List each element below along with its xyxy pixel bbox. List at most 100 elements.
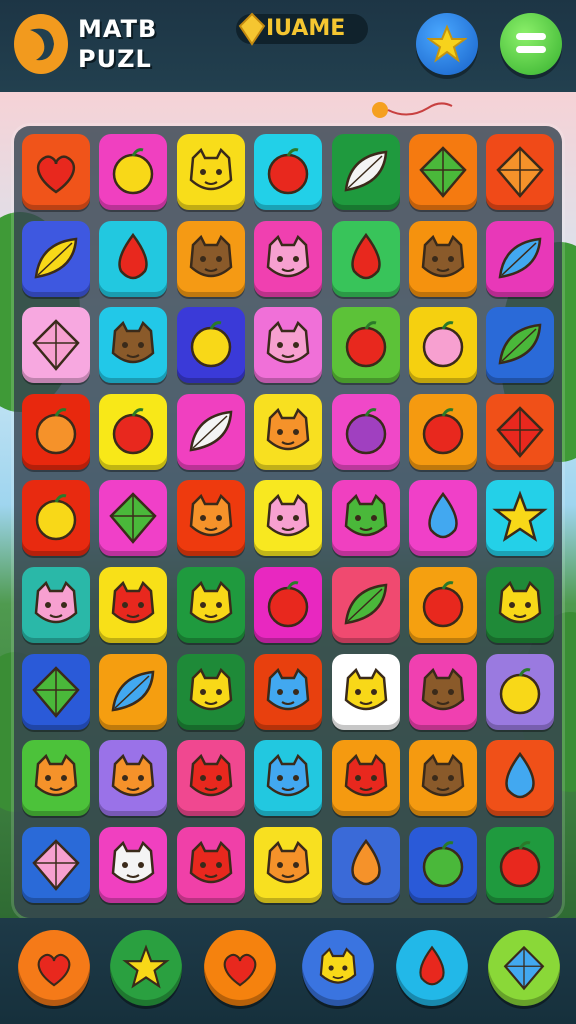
game-title-line2: PUZL bbox=[78, 45, 152, 73]
puzzle-tile[interactable] bbox=[22, 220, 90, 297]
yellow-star-icon bbox=[492, 490, 549, 543]
puzzle-tile[interactable] bbox=[486, 653, 555, 730]
puzzle-tile[interactable] bbox=[254, 567, 323, 643]
brown-bear-icon bbox=[189, 234, 233, 277]
green-gem-icon bbox=[32, 665, 80, 718]
menu-button[interactable] bbox=[500, 13, 562, 75]
pink-cat-icon bbox=[266, 494, 310, 537]
puzzle-tile[interactable] bbox=[409, 653, 477, 730]
puzzle-tile[interactable] bbox=[331, 653, 400, 730]
favorites-button[interactable] bbox=[416, 13, 478, 75]
puzzle-tile[interactable] bbox=[486, 740, 555, 817]
puzzle-tile[interactable] bbox=[254, 740, 323, 817]
orange-cat-icon bbox=[266, 407, 310, 451]
puzzle-tile[interactable] bbox=[99, 307, 168, 384]
puzzle-tile[interactable] bbox=[331, 134, 400, 210]
powerup-button[interactable] bbox=[18, 930, 90, 1006]
coin-label: IUAME bbox=[266, 16, 346, 41]
powerup-button[interactable] bbox=[110, 930, 182, 1006]
puzzle-tile[interactable] bbox=[99, 220, 168, 297]
brown-cat-icon bbox=[421, 667, 465, 710]
puzzle-tile[interactable] bbox=[176, 134, 245, 210]
orange-chick-icon bbox=[112, 754, 155, 797]
puzzle-tile[interactable] bbox=[176, 653, 245, 730]
white-leaf-icon bbox=[344, 150, 387, 192]
puzzle-tile[interactable] bbox=[99, 740, 168, 817]
red-cat-icon bbox=[344, 754, 387, 797]
green-leaf-icon bbox=[344, 583, 387, 625]
powerup-button[interactable] bbox=[488, 930, 560, 1006]
puzzle-tile[interactable] bbox=[22, 134, 90, 210]
yellow-chick-icon bbox=[499, 580, 542, 624]
powerup-button[interactable] bbox=[302, 930, 374, 1006]
puzzle-tile[interactable] bbox=[22, 826, 90, 903]
puzzle-tile[interactable] bbox=[176, 220, 245, 297]
puzzle-tile[interactable] bbox=[254, 134, 323, 210]
puzzle-tile[interactable] bbox=[486, 826, 555, 903]
puzzle-tile[interactable] bbox=[99, 134, 168, 210]
puzzle-tile[interactable] bbox=[409, 307, 477, 384]
puzzle-tile[interactable] bbox=[486, 393, 555, 470]
puzzle-tile[interactable] bbox=[22, 307, 90, 384]
puzzle-tile[interactable] bbox=[176, 740, 245, 817]
puzzle-tile[interactable] bbox=[176, 307, 245, 384]
puzzle-tile[interactable] bbox=[254, 220, 323, 297]
puzzle-tile[interactable] bbox=[331, 826, 400, 903]
game-title: MATB PUZL bbox=[78, 14, 157, 74]
puzzle-tile[interactable] bbox=[99, 393, 168, 470]
puzzle-tile[interactable] bbox=[254, 307, 323, 384]
brown-cat-icon bbox=[421, 234, 465, 277]
red-strawberry-icon bbox=[345, 321, 386, 368]
puzzle-tile[interactable] bbox=[176, 480, 245, 557]
puzzle-tile[interactable] bbox=[254, 393, 323, 470]
puzzle-tile[interactable] bbox=[99, 653, 168, 730]
purple-grape-icon bbox=[345, 407, 386, 455]
puzzle-tile[interactable] bbox=[176, 567, 245, 643]
puzzle-tile[interactable] bbox=[22, 653, 90, 730]
puzzle-tile[interactable] bbox=[99, 567, 168, 643]
puzzle-tile[interactable] bbox=[254, 826, 323, 903]
puzzle-tile[interactable] bbox=[409, 567, 477, 643]
puzzle-tile[interactable] bbox=[99, 826, 168, 903]
puzzle-tile[interactable] bbox=[409, 220, 477, 297]
puzzle-tile[interactable] bbox=[409, 393, 477, 470]
puzzle-tile[interactable] bbox=[254, 480, 323, 557]
red-berry-icon bbox=[267, 148, 309, 195]
puzzle-tile[interactable] bbox=[99, 480, 168, 557]
powerup-button[interactable] bbox=[204, 930, 276, 1006]
red-carrot-icon bbox=[350, 232, 381, 279]
puzzle-tile[interactable] bbox=[331, 307, 400, 384]
puzzle-tile[interactable] bbox=[22, 567, 90, 643]
green-apple-icon bbox=[422, 840, 464, 888]
puzzle-tile[interactable] bbox=[22, 740, 90, 817]
puzzle-tile[interactable] bbox=[22, 480, 90, 557]
puzzle-tile[interactable] bbox=[331, 393, 400, 470]
orange-chick-icon bbox=[189, 494, 233, 537]
yellow-chick-icon bbox=[189, 667, 233, 710]
puzzle-tile[interactable] bbox=[409, 134, 477, 210]
puzzle-tile[interactable] bbox=[254, 653, 323, 730]
orange-cat-icon bbox=[34, 754, 78, 797]
puzzle-tile[interactable] bbox=[486, 134, 555, 210]
puzzle-tile[interactable] bbox=[331, 220, 400, 297]
blue-wolf-icon bbox=[266, 754, 310, 797]
puzzle-tile[interactable] bbox=[409, 480, 477, 557]
blue-leaf-icon bbox=[498, 237, 542, 279]
puzzle-tile[interactable] bbox=[22, 393, 90, 470]
white-cat-icon bbox=[112, 840, 155, 884]
puzzle-tile[interactable] bbox=[409, 740, 477, 817]
puzzle-tile[interactable] bbox=[486, 567, 555, 643]
puzzle-tile[interactable] bbox=[409, 826, 477, 903]
powerup-button[interactable] bbox=[396, 930, 468, 1006]
puzzle-tile[interactable] bbox=[331, 740, 400, 817]
puzzle-tile[interactable] bbox=[176, 826, 245, 903]
puzzle-tile[interactable] bbox=[486, 220, 555, 297]
puzzle-tile[interactable] bbox=[331, 480, 400, 557]
red-apple-icon bbox=[267, 581, 309, 628]
heart-icon bbox=[37, 953, 71, 987]
puzzle-tile[interactable] bbox=[486, 307, 555, 384]
puzzle-tile[interactable] bbox=[331, 567, 400, 643]
pink-face-icon bbox=[266, 321, 310, 364]
puzzle-tile[interactable] bbox=[486, 480, 555, 557]
puzzle-tile[interactable] bbox=[176, 393, 245, 470]
